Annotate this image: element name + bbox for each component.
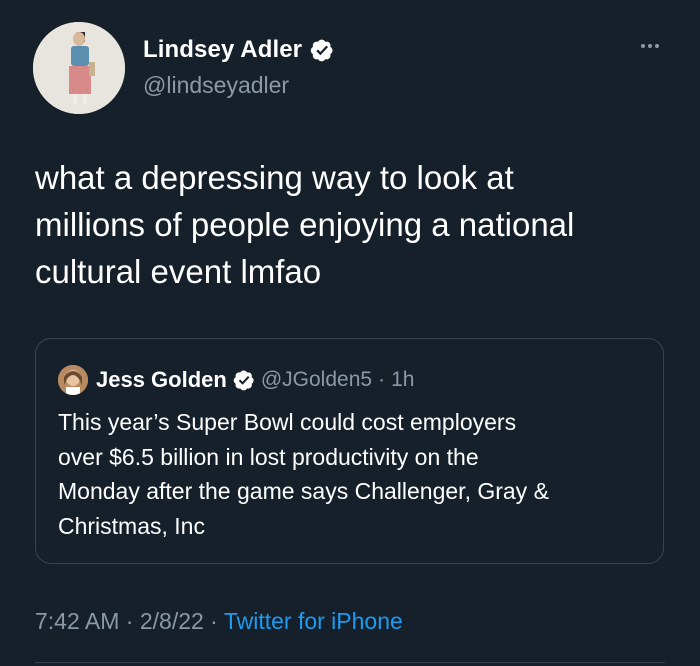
- quoted-tweet-time: 1h: [391, 368, 415, 391]
- separator-dot: ·: [378, 368, 386, 391]
- author-name-row: Lindsey Adler: [143, 36, 334, 64]
- author-avatar[interactable]: [33, 22, 125, 114]
- tweet: Lindsey Adler @lindseyadler what a depre…: [0, 0, 700, 666]
- author-handle[interactable]: @lindseyadler: [143, 72, 289, 99]
- verified-badge-icon: [233, 370, 254, 391]
- tweet-text-line: cultural event lmfao: [35, 253, 322, 290]
- quoted-text-line: This year’s Super Bowl could cost employ…: [58, 409, 517, 435]
- quoted-text-line: Christmas, Inc: [58, 512, 205, 539]
- quoted-author-avatar: [58, 365, 88, 395]
- quoted-author-name: Jess Golden: [96, 367, 227, 392]
- quoted-text-line: over $6.5 billion in lost productivity o…: [58, 443, 479, 470]
- more-options-icon[interactable]: [638, 34, 662, 58]
- verified-badge-icon: [310, 39, 333, 62]
- tweet-text-line: what a depressing way to look at: [35, 159, 514, 196]
- author-display-name[interactable]: Lindsey Adler: [143, 36, 302, 64]
- quoted-author-handle: @JGolden5: [260, 368, 373, 391]
- divider: [35, 662, 665, 663]
- tweet-date[interactable]: 2/8/22: [140, 608, 204, 634]
- tweet-meta: 7:42 AM · 2/8/22 · Twitter for iPhone: [35, 608, 403, 635]
- tweet-time[interactable]: 7:42 AM: [35, 608, 119, 634]
- tweet-text: what a depressing way to look at million…: [35, 154, 675, 295]
- tweet-text-line: millions of people enjoying a national: [35, 206, 575, 243]
- quoted-tweet-header: Jess Golden @JGolden5 · 1h: [58, 365, 414, 395]
- quoted-tweet-text: This year’s Super Bowl could cost employ…: [58, 405, 648, 543]
- separator-dot: ·: [119, 608, 140, 634]
- quoted-tweet-card[interactable]: Jess Golden @JGolden5 · 1h This year’s S…: [35, 338, 664, 564]
- separator-dot: ·: [203, 608, 224, 634]
- quoted-text-line: Monday after the game says Challenger, G…: [58, 478, 549, 504]
- person-avatar-icon: [58, 365, 88, 395]
- person-avatar-icon: [33, 22, 125, 114]
- tweet-source-link[interactable]: Twitter for iPhone: [224, 608, 403, 634]
